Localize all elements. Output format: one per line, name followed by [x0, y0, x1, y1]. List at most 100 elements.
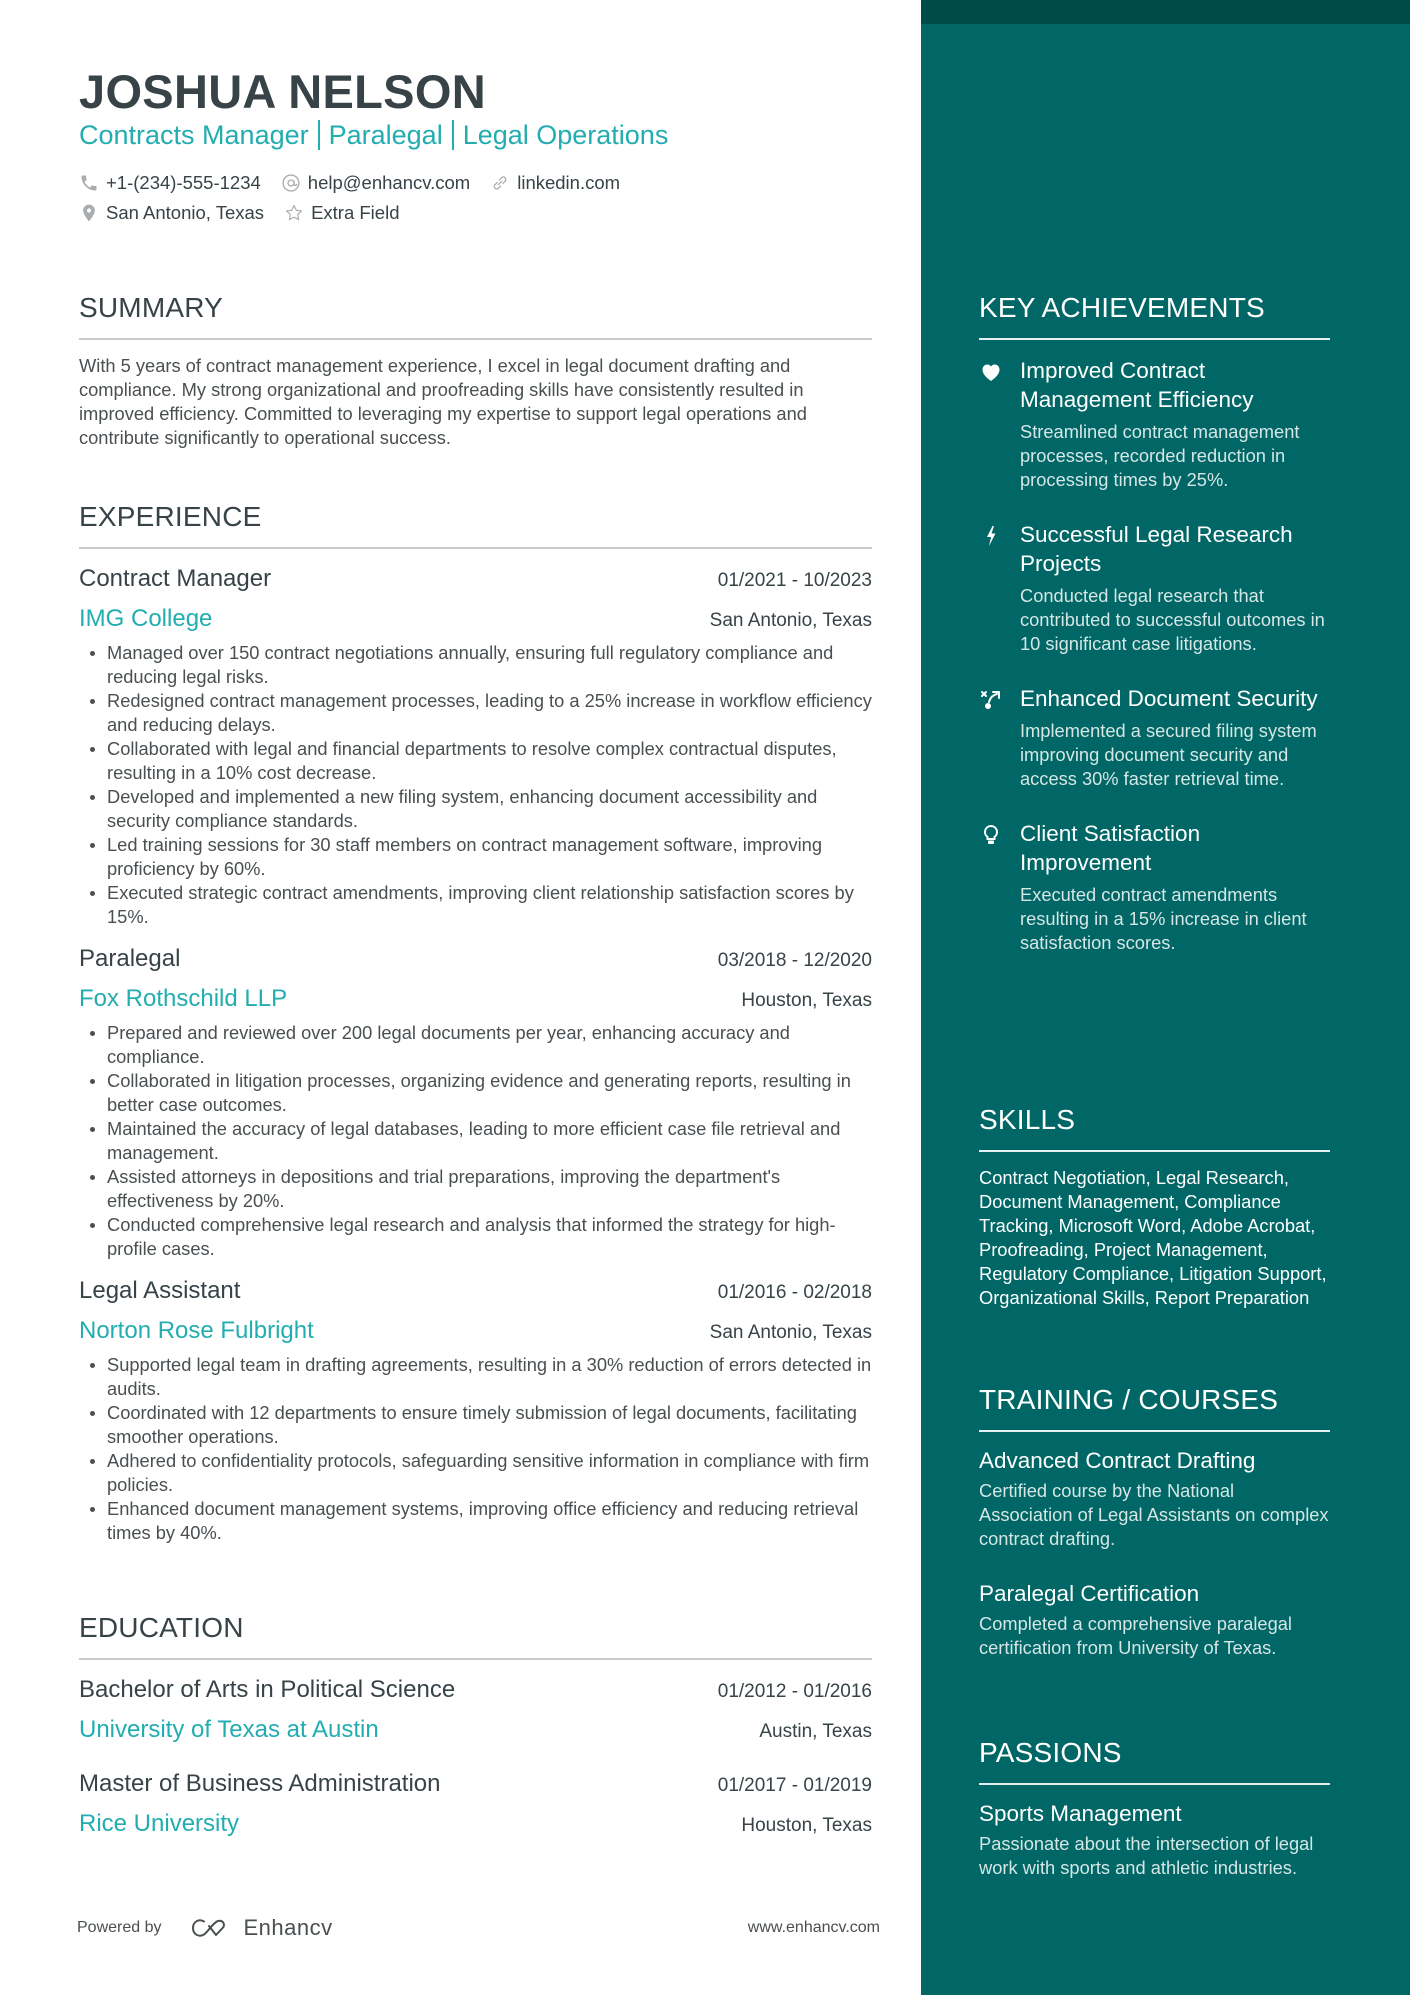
job-location: Houston, Texas	[741, 990, 872, 1011]
strategy-play-icon	[979, 684, 1020, 791]
job-title: Legal Assistant	[79, 1277, 241, 1304]
job-title-1: Contracts Manager	[79, 120, 309, 150]
bullet-item: Executed strategic contract amendments, …	[79, 881, 872, 929]
section-title: KEY ACHIEVEMENTS	[979, 292, 1265, 323]
education-location: Austin, Texas	[759, 1721, 872, 1742]
job-title: Paralegal	[79, 945, 181, 972]
lightning-bolt-icon	[979, 520, 1020, 656]
bullet-item: Adhered to confidentiality protocols, sa…	[79, 1449, 872, 1497]
bullet-item: Redesigned contract management processes…	[79, 689, 872, 737]
passion-description: Passionate about the intersection of leg…	[979, 1833, 1314, 1878]
school-name: University of Texas at Austin	[79, 1716, 379, 1743]
contact-row: San Antonio, Texas Extra Field	[79, 202, 419, 224]
section-title: PASSIONS	[979, 1737, 1122, 1768]
location-text: San Antonio, Texas	[106, 202, 265, 223]
brand-name: Enhancv	[243, 1915, 333, 1940]
achievement-description: Conducted legal research that contribute…	[1020, 585, 1325, 654]
linkedin-text: linkedin.com	[517, 172, 621, 193]
education-section: EDUCATION Bachelor of Arts in Political …	[79, 1610, 872, 1840]
email-text: help@enhancv.com	[307, 172, 471, 193]
section-divider	[979, 1783, 1330, 1785]
achievement-item: Improved Contract Management Efficiency …	[979, 356, 1330, 492]
achievement-description: Streamlined contract management processe…	[1020, 421, 1300, 490]
achievement-title: Successful Legal Research Projects	[1020, 522, 1293, 576]
job-location: San Antonio, Texas	[709, 610, 872, 631]
title-separator	[451, 120, 454, 150]
heart-icon	[979, 356, 1020, 492]
company-name: IMG College	[79, 605, 213, 632]
job-entry: Paralegal 03/2018 - 12/2020 Fox Rothschi…	[79, 943, 872, 1261]
contact-row: +1-(234)-555-1234 help@enhancv.com linke…	[79, 172, 640, 194]
phone-text: +1-(234)-555-1234	[106, 172, 261, 193]
footer: Powered by Enhancv www.enhancv.com	[77, 1915, 880, 1941]
degree: Master of Business Administration	[79, 1770, 441, 1797]
job-entry: Legal Assistant 01/2016 - 02/2018 Norton…	[79, 1275, 872, 1545]
enhancv-logo[interactable]: Enhancv	[190, 1915, 333, 1941]
skills-list: Contract Negotiation, Legal Research, Do…	[979, 1167, 1327, 1308]
star-icon	[284, 203, 304, 223]
job-dates: 01/2021 - 10/2023	[717, 570, 872, 591]
job-entry: Contract Manager 01/2021 - 10/2023 IMG C…	[79, 563, 872, 929]
section-title: EDUCATION	[79, 1612, 244, 1643]
job-dates: 03/2018 - 12/2020	[717, 950, 872, 971]
job-title-2: Paralegal	[328, 120, 443, 150]
bullet-item: Supported legal team in drafting agreeme…	[79, 1353, 872, 1401]
course-item: Advanced Contract Drafting Certified cou…	[979, 1446, 1330, 1551]
education-dates: 01/2012 - 01/2016	[717, 1681, 872, 1702]
contact-email[interactable]: help@enhancv.com	[281, 172, 470, 194]
bullet-item: Coordinated with 12 departments to ensur…	[79, 1401, 872, 1449]
achievements-section: KEY ACHIEVEMENTS Improved Contract Manag…	[979, 290, 1330, 955]
section-title: SKILLS	[979, 1104, 1076, 1135]
website-link[interactable]: www.enhancv.com	[748, 1919, 880, 1937]
achievement-description: Executed contract amendments resulting i…	[1020, 884, 1307, 953]
course-title: Paralegal Certification	[979, 1581, 1200, 1606]
bullet-item: Maintained the accuracy of legal databas…	[79, 1117, 872, 1165]
powered-by: Powered by Enhancv	[77, 1915, 333, 1941]
sidebar: KEY ACHIEVEMENTS Improved Contract Manag…	[921, 0, 1410, 1995]
education-entry: Bachelor of Arts in Political Science 01…	[79, 1674, 872, 1746]
company-name: Fox Rothschild LLP	[79, 985, 288, 1012]
bullet-item: Conducted comprehensive legal research a…	[79, 1213, 872, 1261]
lightbulb-icon	[979, 819, 1020, 955]
job-dates: 01/2016 - 02/2018	[717, 1282, 872, 1303]
achievement-title: Improved Contract Management Efficiency	[1020, 358, 1254, 412]
job-bullets: Prepared and reviewed over 200 legal doc…	[79, 1021, 872, 1261]
course-description: Certified course by the National Associa…	[979, 1480, 1329, 1549]
company-name: Norton Rose Fulbright	[79, 1317, 314, 1344]
passion-title: Sports Management	[979, 1801, 1182, 1826]
contact-linkedin[interactable]: linkedin.com	[490, 172, 620, 194]
school-name: Rice University	[79, 1810, 240, 1837]
degree: Bachelor of Arts in Political Science	[79, 1676, 456, 1703]
section-divider	[79, 338, 872, 340]
bullet-item: Collaborated with legal and financial de…	[79, 737, 872, 785]
contact-extra-field: Extra Field	[284, 202, 399, 224]
section-divider	[979, 1150, 1330, 1152]
bullet-item: Enhanced document management systems, im…	[79, 1497, 872, 1545]
achievement-description: Implemented a secured filing system impr…	[1020, 720, 1317, 789]
experience-section: EXPERIENCE Contract Manager 01/2021 - 10…	[79, 499, 872, 1545]
job-title: Contract Manager	[79, 565, 272, 592]
summary-text: With 5 years of contract management expe…	[79, 355, 807, 448]
course-title: Advanced Contract Drafting	[979, 1448, 1256, 1473]
section-divider	[979, 338, 1330, 340]
education-location: Houston, Texas	[741, 1815, 872, 1836]
job-title-3: Legal Operations	[462, 120, 669, 150]
at-icon	[281, 173, 301, 193]
bullet-item: Collaborated in litigation processes, or…	[79, 1069, 872, 1117]
bullet-item: Prepared and reviewed over 200 legal doc…	[79, 1021, 872, 1069]
education-dates: 01/2017 - 01/2019	[717, 1775, 872, 1796]
contact-phone[interactable]: +1-(234)-555-1234	[79, 172, 261, 194]
candidate-name: JOSHUA NELSON	[79, 65, 486, 118]
achievement-title: Enhanced Document Security	[1020, 686, 1318, 711]
section-title: SUMMARY	[79, 292, 224, 323]
title-separator	[317, 120, 320, 150]
location-pin-icon	[79, 203, 99, 223]
extra-field-text: Extra Field	[311, 202, 400, 223]
sidebar-top-band	[921, 0, 1410, 24]
link-icon	[490, 173, 510, 193]
bullet-item: Led training sessions for 30 staff membe…	[79, 833, 872, 881]
job-location: San Antonio, Texas	[709, 1322, 872, 1343]
summary-section: SUMMARY With 5 years of contract managem…	[79, 290, 872, 450]
section-title: EXPERIENCE	[79, 501, 262, 532]
course-description: Completed a comprehensive paralegal cert…	[979, 1613, 1292, 1658]
